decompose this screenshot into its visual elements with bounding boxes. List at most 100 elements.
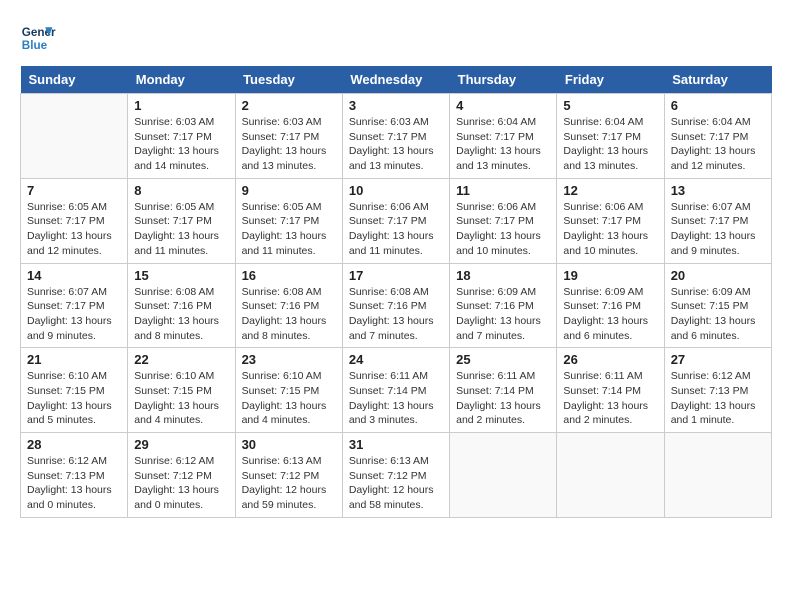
- calendar-day-cell: 27 Sunrise: 6:12 AM Sunset: 7:13 PM Dayli…: [664, 348, 771, 433]
- day-info: Sunrise: 6:07 AM Sunset: 7:17 PM Dayligh…: [27, 285, 121, 344]
- calendar-day-cell: 3 Sunrise: 6:03 AM Sunset: 7:17 PM Daylig…: [342, 94, 449, 179]
- calendar-day-cell: 19 Sunrise: 6:09 AM Sunset: 7:16 PM Dayli…: [557, 263, 664, 348]
- day-number: 28: [27, 437, 121, 452]
- calendar-day-cell: 18 Sunrise: 6:09 AM Sunset: 7:16 PM Dayli…: [450, 263, 557, 348]
- day-number: 25: [456, 352, 550, 367]
- calendar-day-cell: 5Sunrise: 6:04 AM Sunset: 7:17 PM Daylig…: [557, 94, 664, 179]
- day-info: Sunrise: 6:08 AM Sunset: 7:16 PM Dayligh…: [242, 285, 336, 344]
- weekday-header-cell: Thursday: [450, 66, 557, 94]
- day-number: 3: [349, 98, 443, 113]
- logo: General Blue: [20, 20, 56, 56]
- day-info: Sunrise: 6:13 AM Sunset: 7:12 PM Dayligh…: [349, 454, 443, 513]
- calendar-day-cell: 17 Sunrise: 6:08 AM Sunset: 7:16 PM Dayli…: [342, 263, 449, 348]
- day-number: 29: [134, 437, 228, 452]
- day-info: Sunrise: 6:04 AM Sunset: 7:17 PM Dayligh…: [456, 115, 550, 174]
- day-number: 17: [349, 268, 443, 283]
- calendar-day-cell: 2 Sunrise: 6:03 AM Sunset: 7:17 PM Daylig…: [235, 94, 342, 179]
- calendar-week-row: 28 Sunrise: 6:12 AM Sunset: 7:13 PM Dayli…: [21, 433, 772, 518]
- day-number: 30: [242, 437, 336, 452]
- day-info: Sunrise: 6:06 AM Sunset: 7:17 PM Dayligh…: [563, 200, 657, 259]
- logo-icon: General Blue: [20, 20, 56, 56]
- weekday-header-cell: Wednesday: [342, 66, 449, 94]
- calendar-day-cell: 26 Sunrise: 6:11 AM Sunset: 7:14 PM Dayli…: [557, 348, 664, 433]
- day-number: 6: [671, 98, 765, 113]
- day-number: 16: [242, 268, 336, 283]
- day-info: Sunrise: 6:12 AM Sunset: 7:13 PM Dayligh…: [27, 454, 121, 513]
- day-info: Sunrise: 6:03 AM Sunset: 7:17 PM Dayligh…: [242, 115, 336, 174]
- day-number: 8: [134, 183, 228, 198]
- day-number: 12: [563, 183, 657, 198]
- calendar-day-cell: 6 Sunrise: 6:04 AM Sunset: 7:17 PM Daylig…: [664, 94, 771, 179]
- calendar-table: SundayMondayTuesdayWednesdayThursdayFrid…: [20, 66, 772, 518]
- day-info: Sunrise: 6:03 AM Sunset: 7:17 PM Dayligh…: [134, 115, 228, 174]
- day-number: 26: [563, 352, 657, 367]
- day-info: Sunrise: 6:11 AM Sunset: 7:14 PM Dayligh…: [563, 369, 657, 428]
- calendar-week-row: 21 Sunrise: 6:10 AM Sunset: 7:15 PM Dayli…: [21, 348, 772, 433]
- day-info: Sunrise: 6:06 AM Sunset: 7:17 PM Dayligh…: [456, 200, 550, 259]
- calendar-day-cell: 28 Sunrise: 6:12 AM Sunset: 7:13 PM Dayli…: [21, 433, 128, 518]
- day-info: Sunrise: 6:11 AM Sunset: 7:14 PM Dayligh…: [456, 369, 550, 428]
- calendar-day-cell: 7Sunrise: 6:05 AM Sunset: 7:17 PM Daylig…: [21, 178, 128, 263]
- day-info: Sunrise: 6:05 AM Sunset: 7:17 PM Dayligh…: [134, 200, 228, 259]
- calendar-day-cell: 12 Sunrise: 6:06 AM Sunset: 7:17 PM Dayli…: [557, 178, 664, 263]
- day-number: 18: [456, 268, 550, 283]
- day-number: 10: [349, 183, 443, 198]
- day-info: Sunrise: 6:03 AM Sunset: 7:17 PM Dayligh…: [349, 115, 443, 174]
- day-info: Sunrise: 6:09 AM Sunset: 7:16 PM Dayligh…: [563, 285, 657, 344]
- day-number: 20: [671, 268, 765, 283]
- calendar-day-cell: 1Sunrise: 6:03 AM Sunset: 7:17 PM Daylig…: [128, 94, 235, 179]
- calendar-day-cell: 20 Sunrise: 6:09 AM Sunset: 7:15 PM Dayli…: [664, 263, 771, 348]
- weekday-header-row: SundayMondayTuesdayWednesdayThursdayFrid…: [21, 66, 772, 94]
- day-info: Sunrise: 6:04 AM Sunset: 7:17 PM Dayligh…: [671, 115, 765, 174]
- day-number: 23: [242, 352, 336, 367]
- day-number: 15: [134, 268, 228, 283]
- day-number: 22: [134, 352, 228, 367]
- day-number: 31: [349, 437, 443, 452]
- header: General Blue: [20, 20, 772, 56]
- day-number: 24: [349, 352, 443, 367]
- weekday-header-cell: Tuesday: [235, 66, 342, 94]
- day-info: Sunrise: 6:10 AM Sunset: 7:15 PM Dayligh…: [27, 369, 121, 428]
- calendar-week-row: 1Sunrise: 6:03 AM Sunset: 7:17 PM Daylig…: [21, 94, 772, 179]
- day-info: Sunrise: 6:09 AM Sunset: 7:15 PM Dayligh…: [671, 285, 765, 344]
- calendar-day-cell: 16 Sunrise: 6:08 AM Sunset: 7:16 PM Dayli…: [235, 263, 342, 348]
- calendar-day-cell: 9 Sunrise: 6:05 AM Sunset: 7:17 PM Daylig…: [235, 178, 342, 263]
- day-number: 19: [563, 268, 657, 283]
- day-number: 27: [671, 352, 765, 367]
- day-info: Sunrise: 6:05 AM Sunset: 7:17 PM Dayligh…: [242, 200, 336, 259]
- calendar-week-row: 7Sunrise: 6:05 AM Sunset: 7:17 PM Daylig…: [21, 178, 772, 263]
- day-number: 21: [27, 352, 121, 367]
- day-info: Sunrise: 6:08 AM Sunset: 7:16 PM Dayligh…: [349, 285, 443, 344]
- calendar-day-cell: 13Sunrise: 6:07 AM Sunset: 7:17 PM Dayli…: [664, 178, 771, 263]
- calendar-day-cell: 22 Sunrise: 6:10 AM Sunset: 7:15 PM Dayli…: [128, 348, 235, 433]
- day-number: 9: [242, 183, 336, 198]
- calendar-day-cell: [450, 433, 557, 518]
- day-number: 14: [27, 268, 121, 283]
- calendar-day-cell: 31 Sunrise: 6:13 AM Sunset: 7:12 PM Dayli…: [342, 433, 449, 518]
- calendar-day-cell: 8 Sunrise: 6:05 AM Sunset: 7:17 PM Daylig…: [128, 178, 235, 263]
- calendar-day-cell: [664, 433, 771, 518]
- day-info: Sunrise: 6:13 AM Sunset: 7:12 PM Dayligh…: [242, 454, 336, 513]
- day-info: Sunrise: 6:10 AM Sunset: 7:15 PM Dayligh…: [242, 369, 336, 428]
- day-info: Sunrise: 6:10 AM Sunset: 7:15 PM Dayligh…: [134, 369, 228, 428]
- day-info: Sunrise: 6:12 AM Sunset: 7:12 PM Dayligh…: [134, 454, 228, 513]
- day-info: Sunrise: 6:09 AM Sunset: 7:16 PM Dayligh…: [456, 285, 550, 344]
- calendar-day-cell: [21, 94, 128, 179]
- day-number: 5: [563, 98, 657, 113]
- calendar-day-cell: 4Sunrise: 6:04 AM Sunset: 7:17 PM Daylig…: [450, 94, 557, 179]
- day-number: 2: [242, 98, 336, 113]
- day-info: Sunrise: 6:12 AM Sunset: 7:13 PM Dayligh…: [671, 369, 765, 428]
- calendar-day-cell: [557, 433, 664, 518]
- weekday-header-cell: Sunday: [21, 66, 128, 94]
- calendar-day-cell: 30 Sunrise: 6:13 AM Sunset: 7:12 PM Dayli…: [235, 433, 342, 518]
- calendar-week-row: 14 Sunrise: 6:07 AM Sunset: 7:17 PM Dayli…: [21, 263, 772, 348]
- day-info: Sunrise: 6:08 AM Sunset: 7:16 PM Dayligh…: [134, 285, 228, 344]
- weekday-header-cell: Monday: [128, 66, 235, 94]
- calendar-day-cell: 15 Sunrise: 6:08 AM Sunset: 7:16 PM Dayli…: [128, 263, 235, 348]
- weekday-header-cell: Saturday: [664, 66, 771, 94]
- svg-text:Blue: Blue: [22, 39, 48, 52]
- calendar-day-cell: 25 Sunrise: 6:11 AM Sunset: 7:14 PM Dayli…: [450, 348, 557, 433]
- calendar-day-cell: 23 Sunrise: 6:10 AM Sunset: 7:15 PM Dayli…: [235, 348, 342, 433]
- day-info: Sunrise: 6:05 AM Sunset: 7:17 PM Dayligh…: [27, 200, 121, 259]
- calendar-day-cell: 14 Sunrise: 6:07 AM Sunset: 7:17 PM Dayli…: [21, 263, 128, 348]
